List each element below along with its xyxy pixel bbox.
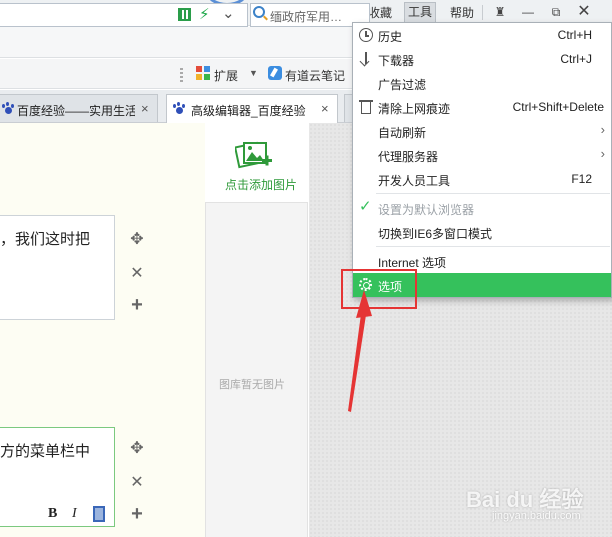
add-image-icon[interactable] [235,140,273,170]
check-icon: ✓ [359,198,372,215]
youdao-note-icon[interactable] [268,66,282,80]
tab-title: 高级编辑器_百度经验 [191,104,306,118]
submenu-arrow-icon: › [600,146,605,161]
menu-item-label: 切换到IE6多窗口模式 [378,227,493,241]
italic-button[interactable]: I [72,506,77,522]
annotation-arrow-icon [348,290,372,412]
extensions-icon-square [204,66,210,72]
menu-item-label: 设置为默认浏览器 [378,203,475,217]
menu-item-shortcut: F12 [571,172,592,186]
menu-item-dev-tools[interactable]: 开发人员工具 F12 [353,167,611,191]
maximize-button[interactable]: ⧉ [544,2,568,22]
gallery-empty-text: 图库暂无图片 [219,379,285,391]
menu-help[interactable]: 帮助 [450,4,474,22]
download-icon [359,52,373,66]
menu-item-ie6-mode[interactable]: 切换到IE6多窗口模式 [353,220,611,244]
youdao-note-bookmark[interactable]: 有道云笔记 [285,67,345,84]
move-icon[interactable]: ✥ [128,229,146,249]
baidu-paw-icon [2,102,15,115]
menu-item-label: 清除上网痕迹 [378,102,451,116]
menu-item-label: 自动刷新 [378,126,427,140]
delete-icon[interactable]: ✕ [128,472,146,492]
move-icon[interactable]: ✥ [128,438,146,458]
extensions-icon-square [196,66,202,72]
menu-item-ad-filter[interactable]: 广告过滤 [353,71,611,95]
menu-item-label: 代理服务器 [378,150,439,164]
tab-close-icon[interactable]: × [141,101,149,116]
watermark-url: jingyan.baidu.com [492,510,581,522]
menu-item-label: 广告过滤 [378,78,427,92]
search-text: 缅政府军用… [270,10,343,24]
tab-advanced-editor[interactable]: 高级编辑器_百度经验 × [166,94,338,124]
step-card-text: ，我们这时把 [0,231,91,248]
menu-item-proxy[interactable]: 代理服务器 › [353,143,611,167]
add-step-icon[interactable]: + [128,503,146,526]
step-card[interactable]: ，我们这时把 [0,215,115,320]
clock-icon [359,28,373,42]
menu-item-label: 下载器 [378,54,415,68]
menu-item-shortcut: Ctrl+J [560,52,592,66]
skin-icon[interactable]: ♜ [488,2,512,22]
close-window-button[interactable]: ✕ [572,2,596,22]
menu-item-label: 历史 [378,30,403,44]
submenu-arrow-icon: › [600,122,605,137]
menu-item-shortcut: Ctrl+H [557,28,592,42]
extensions-icon-square [196,74,202,80]
tab-close-icon[interactable]: × [321,101,329,116]
tab-title: 百度经验——实用生活 [17,104,135,118]
menu-item-label: 开发人员工具 [378,174,451,188]
menu-favorites[interactable]: 收藏 [368,4,392,22]
menu-item-shortcut: Ctrl+Shift+Delete [512,100,604,114]
menu-item-set-default: ✓ 设置为默认浏览器 [353,196,611,220]
menu-separator [376,246,610,247]
chevron-down-icon[interactable]: ⌄ [222,4,235,22]
menu-item-downloader[interactable]: 下载器 Ctrl+J [353,47,611,71]
menu-item-clear-history[interactable]: 清除上网痕迹 Ctrl+Shift+Delete [353,95,611,119]
extensions-dropdown-icon[interactable]: ▼ [249,68,258,78]
speed-mode-icon[interactable]: ⚡ [199,5,210,23]
step-card-text: 方的菜单栏中 [0,443,91,460]
url-input[interactable] [0,3,248,27]
menu-separator [376,193,610,194]
extensions-icon[interactable] [196,66,210,80]
tab-baidu-jingyan[interactable]: 百度经验——实用生活 × [0,94,158,122]
menu-separator [482,5,483,20]
menu-item-history[interactable]: 历史 Ctrl+H [353,23,611,47]
minimize-button[interactable]: — [516,2,540,22]
delete-icon[interactable]: ✕ [128,263,146,283]
baidu-paw-icon [173,102,186,115]
extensions-button[interactable]: 扩展 [214,67,238,84]
extensions-icon-square [204,74,210,80]
qr-code-icon[interactable] [178,8,191,21]
menu-item-auto-refresh[interactable]: 自动刷新 › [353,119,611,143]
trash-icon [359,100,373,114]
insert-image-icon[interactable] [93,506,105,522]
menu-tools[interactable]: 工具 [404,2,437,23]
bold-button[interactable]: B [48,506,57,522]
toolbar-grip-icon [180,68,183,82]
add-step-icon[interactable]: + [128,294,146,317]
search-icon[interactable] [253,6,265,18]
add-image-label[interactable]: 点击添加图片 [225,176,297,193]
